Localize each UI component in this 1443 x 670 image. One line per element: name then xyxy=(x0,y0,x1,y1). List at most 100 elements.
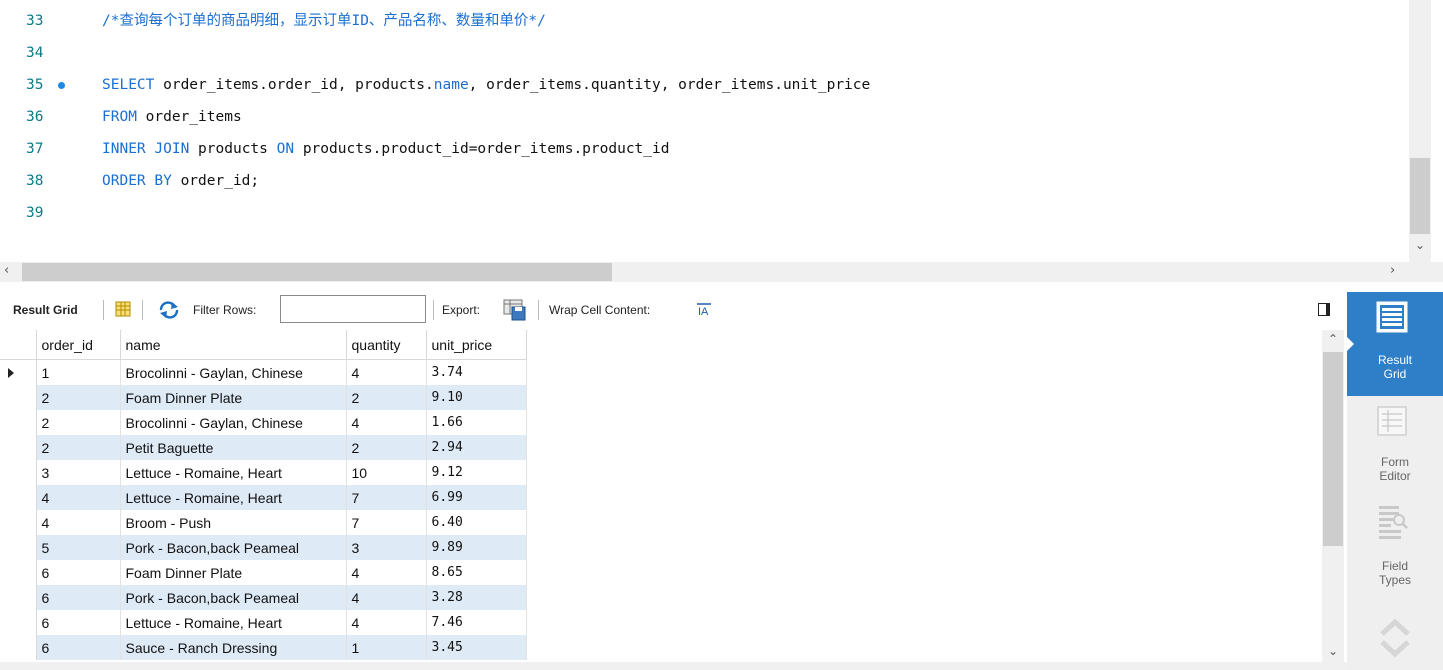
row-header[interactable] xyxy=(0,635,37,660)
table-row[interactable]: 6 Foam Dinner Plate 4 8.65 xyxy=(0,560,527,585)
table-cell-unit-price[interactable]: 6.40 xyxy=(426,510,527,535)
form-editor-panel-button[interactable]: Form Editor xyxy=(1347,396,1443,494)
code-line[interactable]: 35 SELECT order_items.order_id, products.… xyxy=(0,72,1400,98)
table-cell-quantity[interactable]: 2 xyxy=(346,435,427,460)
column-header[interactable]: unit_price xyxy=(426,330,527,360)
editor-vscroll-thumb[interactable] xyxy=(1410,158,1430,234)
table-cell-unit-price[interactable]: 3.28 xyxy=(426,585,527,610)
table-cell-order-id[interactable]: 1 xyxy=(36,359,121,385)
row-header[interactable] xyxy=(0,359,37,385)
chevron-down-icon[interactable]: ⌄ xyxy=(1415,238,1425,252)
table-row[interactable]: 5 Pork - Bacon,back Peameal 3 9.89 xyxy=(0,535,527,560)
result-grid-panel-button[interactable]: Result Grid xyxy=(1346,292,1443,396)
table-cell-unit-price[interactable]: 9.89 xyxy=(426,535,527,560)
table-cell-quantity[interactable]: 4 xyxy=(346,560,427,585)
refresh-icon[interactable] xyxy=(158,301,180,319)
table-cell-order-id[interactable]: 2 xyxy=(36,385,121,410)
table-cell-unit-price[interactable]: 8.65 xyxy=(426,560,527,585)
editor-horizontal-scrollbar[interactable]: ‹ › xyxy=(0,262,1409,282)
column-header[interactable]: name xyxy=(120,330,347,360)
table-cell-order-id[interactable]: 4 xyxy=(36,510,121,535)
code-line[interactable]: 37 INNER JOIN products ON products.produc… xyxy=(0,136,1400,162)
editor-hscroll-thumb[interactable] xyxy=(22,263,612,281)
table-cell-order-id[interactable]: 6 xyxy=(36,610,121,635)
row-header[interactable] xyxy=(0,510,37,535)
chevron-up-icon[interactable]: ⌃ xyxy=(1328,332,1338,346)
table-row[interactable]: 4 Broom - Push 7 6.40 xyxy=(0,510,527,535)
chevron-left-icon[interactable]: ‹ xyxy=(4,263,9,278)
table-cell-quantity[interactable]: 4 xyxy=(346,585,427,610)
table-cell-order-id[interactable]: 6 xyxy=(36,635,121,660)
table-cell-name[interactable]: Pork - Bacon,back Peameal xyxy=(120,585,347,610)
table-cell-quantity[interactable]: 3 xyxy=(346,535,427,560)
toggle-side-panel-icon[interactable] xyxy=(1318,303,1330,316)
row-header[interactable] xyxy=(0,485,37,510)
code-line[interactable]: 38 ORDER BY order_id; xyxy=(0,168,1400,194)
table-row[interactable]: 6 Sauce - Ranch Dressing 1 3.45 xyxy=(0,635,527,660)
table-cell-order-id[interactable]: 5 xyxy=(36,535,121,560)
table-cell-name[interactable]: Lettuce - Romaine, Heart xyxy=(120,485,347,510)
table-cell-quantity[interactable]: 4 xyxy=(346,410,427,435)
export-icon[interactable] xyxy=(502,298,528,322)
row-header[interactable] xyxy=(0,410,37,435)
table-row[interactable]: 6 Lettuce - Romaine, Heart 4 7.46 xyxy=(0,610,527,635)
field-types-panel-button[interactable]: Field Types xyxy=(1347,494,1443,594)
table-cell-order-id[interactable]: 3 xyxy=(36,460,121,485)
table-cell-quantity[interactable]: 4 xyxy=(346,610,427,635)
table-cell-name[interactable]: Pork - Bacon,back Peameal xyxy=(120,535,347,560)
result-grid[interactable]: order_id name quantity unit_price 1 Broco… xyxy=(0,330,1322,666)
table-row[interactable]: 3 Lettuce - Romaine, Heart 10 9.12 xyxy=(0,460,527,485)
table-cell-quantity[interactable]: 2 xyxy=(346,385,427,410)
row-header[interactable] xyxy=(0,585,37,610)
table-cell-unit-price[interactable]: 9.12 xyxy=(426,460,527,485)
table-cell-unit-price[interactable]: 7.46 xyxy=(426,610,527,635)
grid-horizontal-scrollbar[interactable] xyxy=(0,662,1347,670)
editor-vertical-scrollbar[interactable]: ⌄ xyxy=(1409,0,1431,262)
table-cell-unit-price[interactable]: 3.74 xyxy=(426,359,527,385)
grid-vertical-scrollbar[interactable]: ⌃ ⌄ xyxy=(1322,330,1344,666)
sql-editor[interactable]: 33 /*查询每个订单的商品明细，显示订单ID、产品名称、数量和单价*/ 34 35 S… xyxy=(0,0,1443,262)
row-header[interactable] xyxy=(0,535,37,560)
wrap-text-icon[interactable]: IA xyxy=(696,303,712,318)
table-cell-name[interactable]: Lettuce - Romaine, Heart xyxy=(120,460,347,485)
code-line[interactable]: 34 xyxy=(0,40,1400,66)
table-cell-order-id[interactable]: 2 xyxy=(36,410,121,435)
table-cell-name[interactable]: Foam Dinner Plate xyxy=(120,385,347,410)
code-line[interactable]: 33 /*查询每个订单的商品明细，显示订单ID、产品名称、数量和单价*/ xyxy=(0,8,1400,34)
column-header[interactable]: order_id xyxy=(36,330,121,360)
more-panels-chevron-icon[interactable] xyxy=(1378,612,1412,665)
table-cell-quantity[interactable]: 1 xyxy=(346,635,427,660)
grid-vscroll-thumb[interactable] xyxy=(1323,352,1343,546)
table-cell-name[interactable]: Brocolinni - Gaylan, Chinese xyxy=(120,410,347,435)
table-cell-name[interactable]: Lettuce - Romaine, Heart xyxy=(120,610,347,635)
code-line[interactable]: 39 xyxy=(0,200,1400,226)
row-header[interactable] xyxy=(0,385,37,410)
table-cell-quantity[interactable]: 4 xyxy=(346,359,427,385)
table-row[interactable]: 4 Lettuce - Romaine, Heart 7 6.99 xyxy=(0,485,527,510)
table-cell-order-id[interactable]: 4 xyxy=(36,485,121,510)
table-row[interactable]: 2 Petit Baguette 2 2.94 xyxy=(0,435,527,460)
row-header[interactable] xyxy=(0,560,37,585)
chevron-down-icon[interactable]: ⌄ xyxy=(1328,644,1338,658)
row-header[interactable] xyxy=(0,610,37,635)
table-cell-name[interactable]: Broom - Push xyxy=(120,510,347,535)
table-cell-order-id[interactable]: 2 xyxy=(36,435,121,460)
table-cell-name[interactable]: Petit Baguette xyxy=(120,435,347,460)
table-cell-unit-price[interactable]: 6.99 xyxy=(426,485,527,510)
table-cell-unit-price[interactable]: 3.45 xyxy=(426,635,527,660)
row-header[interactable] xyxy=(0,435,37,460)
table-cell-unit-price[interactable]: 9.10 xyxy=(426,385,527,410)
table-row[interactable]: 6 Pork - Bacon,back Peameal 4 3.28 xyxy=(0,585,527,610)
column-header[interactable]: quantity xyxy=(346,330,427,360)
table-cell-quantity[interactable]: 10 xyxy=(346,460,427,485)
table-cell-order-id[interactable]: 6 xyxy=(36,585,121,610)
table-cell-quantity[interactable]: 7 xyxy=(346,485,427,510)
chevron-right-icon[interactable]: › xyxy=(1390,263,1395,278)
table-row[interactable]: 1 Brocolinni - Gaylan, Chinese 4 3.74 xyxy=(0,359,527,385)
filter-rows-input[interactable] xyxy=(280,295,426,323)
table-cell-unit-price[interactable]: 1.66 xyxy=(426,410,527,435)
table-row[interactable]: 2 Foam Dinner Plate 2 9.10 xyxy=(0,385,527,410)
table-cell-name[interactable]: Brocolinni - Gaylan, Chinese xyxy=(120,359,347,385)
table-cell-unit-price[interactable]: 2.94 xyxy=(426,435,527,460)
grid-layout-icon[interactable] xyxy=(115,301,131,319)
